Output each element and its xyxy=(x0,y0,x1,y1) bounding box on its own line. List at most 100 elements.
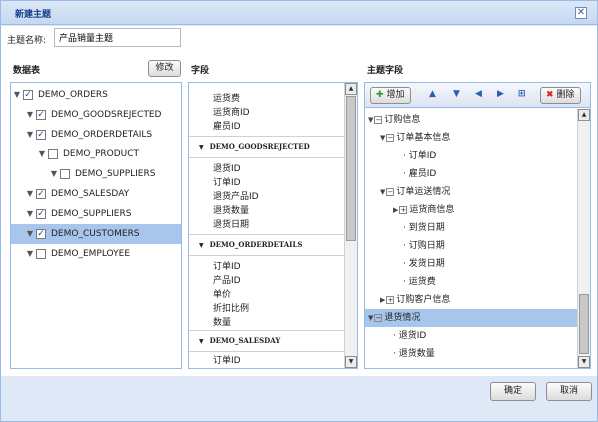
checkbox[interactable]: ✓ xyxy=(36,189,46,199)
topic-node-field[interactable]: · 雇员ID xyxy=(403,165,436,183)
cancel-button[interactable]: 取消 xyxy=(546,382,592,401)
expand-arrow-icon[interactable]: ▼ xyxy=(26,224,34,244)
expand-arrow-icon[interactable]: ▼ xyxy=(26,184,34,204)
expand-arrow-icon[interactable]: ▼ xyxy=(26,125,34,145)
tree-item-demo-suppliers-nested[interactable]: ▼ DEMO_SUPPLIERS xyxy=(11,164,181,184)
edit-button[interactable]: 修改 xyxy=(148,60,181,77)
tree-item-demo-orders[interactable]: ▼ ✓ DEMO_ORDERS xyxy=(11,85,181,105)
field-item[interactable]: 数量 xyxy=(213,316,231,330)
tree-item-demo-orderdetails[interactable]: ▼ ✓ DEMO_ORDERDETAILS xyxy=(11,125,181,145)
field-item[interactable]: 折扣比例 xyxy=(213,302,249,316)
topic-scrollbar[interactable]: ▲ ▼ xyxy=(577,109,590,368)
field-item[interactable]: 退货ID xyxy=(213,162,241,176)
topic-node-folder[interactable]: ▶ + 运货商信息 xyxy=(393,201,454,219)
scroll-thumb[interactable] xyxy=(346,96,356,241)
field-item[interactable]: 产品ID xyxy=(213,274,241,288)
topic-node-field[interactable]: · 订单ID xyxy=(403,147,436,165)
scroll-down-icon[interactable]: ▼ xyxy=(345,356,357,368)
checkbox[interactable]: ✓ xyxy=(36,229,46,239)
topic-node-field[interactable]: · 退货数量 xyxy=(393,345,435,363)
tree-item-demo-product[interactable]: ▼ DEMO_PRODUCT xyxy=(11,144,181,164)
collapsed-icon[interactable]: ▶ xyxy=(393,201,398,219)
tables-title: 数据表 xyxy=(13,66,41,76)
field-section-header[interactable]: ▼ DEMO_ORDERDETAILS xyxy=(189,234,344,256)
topic-node-folder-selected[interactable]: ▼ − 退货情况 xyxy=(365,309,579,327)
close-icon[interactable]: ✕ xyxy=(575,7,587,19)
title-bar[interactable]: 新建主题 ✕ xyxy=(1,1,597,25)
checkbox[interactable] xyxy=(48,149,58,159)
scroll-thumb[interactable] xyxy=(579,294,589,354)
node-label: 退货ID xyxy=(398,331,427,341)
field-item[interactable]: 退货日期 xyxy=(213,218,249,232)
topic-node-folder[interactable]: ▶ + 订购客户信息 xyxy=(380,291,450,309)
expand-arrow-icon[interactable]: ▼ xyxy=(50,164,58,184)
checkbox[interactable]: ✓ xyxy=(36,130,46,140)
tree-item-demo-goodsrejected[interactable]: ▼ ✓ DEMO_GOODSREJECTED xyxy=(11,105,181,125)
field-item[interactable]: 雇员ID xyxy=(213,120,241,134)
scroll-down-icon[interactable]: ▼ xyxy=(578,356,590,368)
checkbox[interactable] xyxy=(36,249,46,259)
checkbox[interactable] xyxy=(60,169,70,179)
expand-arrow-icon[interactable]: ▼ xyxy=(38,144,46,164)
topic-node-folder[interactable]: ▼ − 订购信息 xyxy=(368,111,420,129)
expand-icon[interactable]: ▼ xyxy=(380,129,385,147)
plus-box-icon: + xyxy=(386,295,395,304)
add-button[interactable]: ✚ 增加 xyxy=(370,87,411,104)
topic-node-folder[interactable]: ▼ − 订单运送情况 xyxy=(380,183,450,201)
move-down-icon[interactable]: ▼ xyxy=(453,89,460,99)
field-item[interactable]: 订单ID xyxy=(213,176,241,190)
field-section-header[interactable]: ▼ DEMO_GOODSREJECTED xyxy=(189,136,344,158)
node-label: 订购日期 xyxy=(408,241,445,251)
topic-node-field[interactable]: · 发货日期 xyxy=(403,255,445,273)
collapse-triangle-icon: ▼ xyxy=(199,242,204,249)
tree-item-demo-employee[interactable]: ▼ DEMO_EMPLOYEE xyxy=(11,244,181,264)
tree-item-demo-suppliers[interactable]: ▼ ✓ DEMO_SUPPLIERS xyxy=(11,204,181,224)
tree-item-demo-customers[interactable]: ▼ ✓ DEMO_CUSTOMERS xyxy=(11,224,181,244)
checkbox[interactable]: ✓ xyxy=(23,90,33,100)
field-item[interactable]: 退货数量 xyxy=(213,204,249,218)
field-item[interactable]: 单价 xyxy=(213,288,231,302)
move-right-icon[interactable]: ▶ xyxy=(497,89,504,99)
expand-icon[interactable]: ▼ xyxy=(368,111,373,129)
expand-arrow-icon[interactable]: ▼ xyxy=(13,85,21,105)
checkbox[interactable]: ✓ xyxy=(36,209,46,219)
expand-icon[interactable]: ▼ xyxy=(368,309,373,327)
field-item[interactable]: 订单ID xyxy=(213,260,241,274)
node-label: 雇员ID xyxy=(408,169,437,179)
delete-button[interactable]: ✖ 删除 xyxy=(540,87,581,104)
topic-node-field[interactable]: · 退货ID xyxy=(393,327,426,345)
new-folder-icon[interactable]: ⊞ xyxy=(518,89,526,99)
plus-box-icon: + xyxy=(399,205,408,214)
field-item[interactable]: 运货费 xyxy=(213,92,240,106)
expand-arrow-icon[interactable]: ▼ xyxy=(26,204,34,224)
tree-item-demo-salesday[interactable]: ▼ ✓ DEMO_SALESDAY xyxy=(11,184,181,204)
scroll-up-icon[interactable]: ▲ xyxy=(578,109,590,121)
field-item[interactable]: 订单ID xyxy=(213,354,241,368)
field-item[interactable]: 退货产品ID xyxy=(213,190,259,204)
node-label: 订购客户信息 xyxy=(396,295,451,305)
field-section-header[interactable]: ▼ DEMO_SALESDAY xyxy=(189,330,344,352)
expand-icon[interactable]: ▼ xyxy=(380,183,385,201)
tables-tree: ▼ ✓ DEMO_ORDERS ▼ ✓ DEMO_GOODSREJECTED ▼… xyxy=(10,82,182,369)
topic-node-field[interactable]: · 运货费 xyxy=(403,273,436,291)
topic-name-input[interactable] xyxy=(54,28,181,47)
delete-label: 删除 xyxy=(556,90,575,100)
tree-label: DEMO_SUPPLIERS xyxy=(75,169,156,179)
fields-scrollbar[interactable]: ▲ ▼ xyxy=(344,83,357,368)
move-up-icon[interactable]: ▲ xyxy=(429,89,436,99)
move-left-icon[interactable]: ◀ xyxy=(475,89,482,99)
ok-button[interactable]: 确定 xyxy=(490,382,536,401)
section-name: DEMO_SALESDAY xyxy=(209,336,281,345)
topic-node-field[interactable]: · 订购日期 xyxy=(403,237,445,255)
topic-node-field[interactable]: · 到货日期 xyxy=(403,219,445,237)
expand-arrow-icon[interactable]: ▼ xyxy=(26,244,34,264)
plus-icon: ✚ xyxy=(376,90,384,100)
field-item[interactable]: 运货商ID xyxy=(213,106,250,120)
topic-node-folder[interactable]: ▼ − 订单基本信息 xyxy=(380,129,450,147)
collapsed-icon[interactable]: ▶ xyxy=(380,291,385,309)
checkbox[interactable]: ✓ xyxy=(36,110,46,120)
scroll-up-icon[interactable]: ▲ xyxy=(345,83,357,95)
expand-arrow-icon[interactable]: ▼ xyxy=(26,105,34,125)
tree-label: DEMO_ORDERDETAILS xyxy=(51,130,153,140)
collapse-triangle-icon: ▼ xyxy=(199,338,204,345)
